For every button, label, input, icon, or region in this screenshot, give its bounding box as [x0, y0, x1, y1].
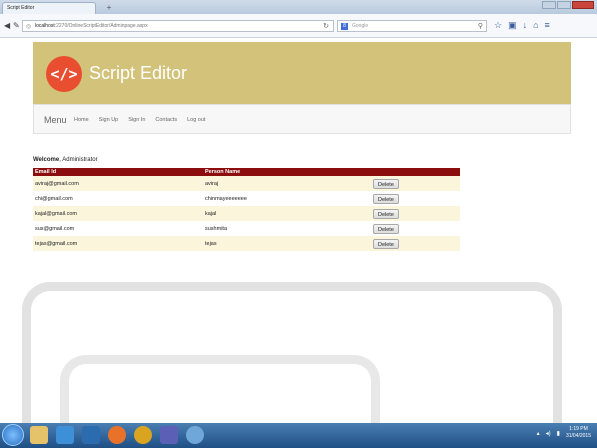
- media-icon[interactable]: [82, 426, 100, 444]
- start-button[interactable]: [2, 424, 24, 446]
- cell-person-name: aviraj: [203, 176, 371, 191]
- cell-email: chi@gmail.com: [33, 191, 203, 206]
- cell-email: kajal@gmail.com: [33, 206, 203, 221]
- volume-icon[interactable]: ◂): [546, 430, 551, 437]
- search-placeholder: Google: [352, 23, 369, 29]
- cell-person-name: sushmita: [203, 221, 371, 236]
- column-header-person-name: Person Name: [203, 168, 371, 176]
- url-host: localhost: [35, 23, 55, 29]
- maximize-button[interactable]: [557, 1, 571, 9]
- site-menu: Menu Home Sign Up Sign In Contacts Log o…: [33, 104, 571, 134]
- welcome-label: Welcome: [33, 157, 60, 163]
- url-path: :2270/OnlineScriptEditor/Adminpage.aspx: [54, 23, 148, 29]
- cell-email: tejas@gmail.com: [33, 236, 203, 251]
- home-icon[interactable]: ⌂: [533, 19, 538, 31]
- table-row: sus@gmail.com sushmita Delete: [33, 221, 460, 236]
- tab-title: Script Editor: [7, 5, 35, 11]
- reload-icon[interactable]: ↻: [323, 22, 329, 30]
- delete-button[interactable]: Delete: [373, 238, 399, 249]
- bookmark-star-icon[interactable]: ☆: [494, 19, 502, 31]
- clock-date: 31/04/2015: [565, 433, 591, 439]
- tray-arrow-icon[interactable]: ▴: [537, 430, 540, 437]
- menu-icon[interactable]: ≡: [545, 19, 550, 31]
- system-clock[interactable]: 1:19 PM 31/04/2015: [566, 426, 591, 440]
- column-header-actions: [371, 168, 460, 176]
- visual-studio-icon[interactable]: [160, 426, 178, 444]
- edit-icon[interactable]: ✎: [13, 22, 20, 30]
- taskbar-apps: [30, 426, 204, 444]
- firefox-icon[interactable]: [108, 426, 126, 444]
- cell-actions: Delete: [371, 176, 460, 191]
- welcome-user: , Administrator: [59, 157, 98, 163]
- back-icon[interactable]: ◀: [4, 22, 10, 30]
- delete-button[interactable]: Delete: [373, 193, 399, 204]
- explorer-icon[interactable]: [30, 426, 48, 444]
- search-bar[interactable]: 8 Google ⚲: [337, 20, 487, 32]
- welcome-message: Welcome, Administrator: [33, 157, 98, 163]
- new-tab-button[interactable]: +: [100, 4, 118, 13]
- users-table: Email Id Person Name aviraj@gmail.com av…: [33, 168, 460, 251]
- delete-button[interactable]: Delete: [373, 223, 399, 234]
- menu-links: Home Sign Up Sign In Contacts Log out: [74, 117, 205, 123]
- menu-link-sign-in[interactable]: Sign In: [128, 117, 145, 123]
- menu-link-home[interactable]: Home: [74, 117, 89, 123]
- site-header: </> Script Editor: [33, 42, 571, 104]
- cell-actions: Delete: [371, 221, 460, 236]
- menu-link-sign-up[interactable]: Sign Up: [99, 117, 119, 123]
- brand-title[interactable]: Script Editor: [89, 63, 187, 84]
- search-engine-icon[interactable]: 8: [341, 23, 348, 30]
- cell-email: sus@gmail.com: [33, 221, 203, 236]
- system-tray: ▴ ◂) ▮ 1:19 PM 31/04/2015: [537, 426, 591, 440]
- table-row: tejas@gmail.com tejas Delete: [33, 236, 460, 251]
- network-icon[interactable]: ▮: [557, 430, 560, 437]
- code-logo-icon[interactable]: </>: [46, 56, 82, 92]
- cell-person-name: chinmayeeeeeee: [203, 191, 371, 206]
- search-icon[interactable]: ⚲: [478, 22, 483, 30]
- windows-taskbar: ▴ ◂) ▮ 1:19 PM 31/04/2015: [0, 423, 597, 448]
- minimize-button[interactable]: [542, 1, 556, 9]
- browser-toolbar: ◀ ✎ ◎ localhost:2270/OnlineScriptEditor/…: [0, 14, 597, 38]
- window-titlebar: Script Editor +: [0, 0, 597, 14]
- menu-title: Menu: [44, 115, 67, 125]
- browser-tool-icons: ☆ ▣ ↓ ⌂ ≡: [494, 19, 550, 31]
- address-bar[interactable]: ◎ localhost:2270/OnlineScriptEditor/Admi…: [22, 20, 334, 32]
- table-header-row: Email Id Person Name: [33, 168, 460, 176]
- close-window-button[interactable]: [572, 1, 594, 9]
- window-controls: [542, 1, 594, 9]
- cell-person-name: kajal: [203, 206, 371, 221]
- cell-person-name: tejas: [203, 236, 371, 251]
- menu-link-contacts[interactable]: Contacts: [155, 117, 177, 123]
- delete-button[interactable]: Delete: [373, 208, 399, 219]
- browser-tab[interactable]: Script Editor: [2, 2, 96, 14]
- delete-button[interactable]: Delete: [373, 178, 399, 189]
- clock-time: 1:19 PM: [569, 426, 588, 432]
- clipboard-icon[interactable]: ▣: [508, 19, 517, 31]
- cell-actions: Delete: [371, 191, 460, 206]
- column-header-email: Email Id: [33, 168, 203, 176]
- cell-actions: Delete: [371, 206, 460, 221]
- cell-actions: Delete: [371, 236, 460, 251]
- menu-link-log-out[interactable]: Log out: [187, 117, 205, 123]
- table-row: kajal@gmail.com kajal Delete: [33, 206, 460, 221]
- chrome-icon[interactable]: [134, 426, 152, 444]
- download-icon[interactable]: ↓: [523, 19, 528, 31]
- site-info-icon[interactable]: ◎: [26, 23, 31, 30]
- app-icon[interactable]: [186, 426, 204, 444]
- table-row: aviraj@gmail.com aviraj Delete: [33, 176, 460, 191]
- address-url: localhost:2270/OnlineScriptEditor/Adminp…: [35, 23, 148, 29]
- cell-email: aviraj@gmail.com: [33, 176, 203, 191]
- internet-explorer-icon[interactable]: [56, 426, 74, 444]
- table-row: chi@gmail.com chinmayeeeeeee Delete: [33, 191, 460, 206]
